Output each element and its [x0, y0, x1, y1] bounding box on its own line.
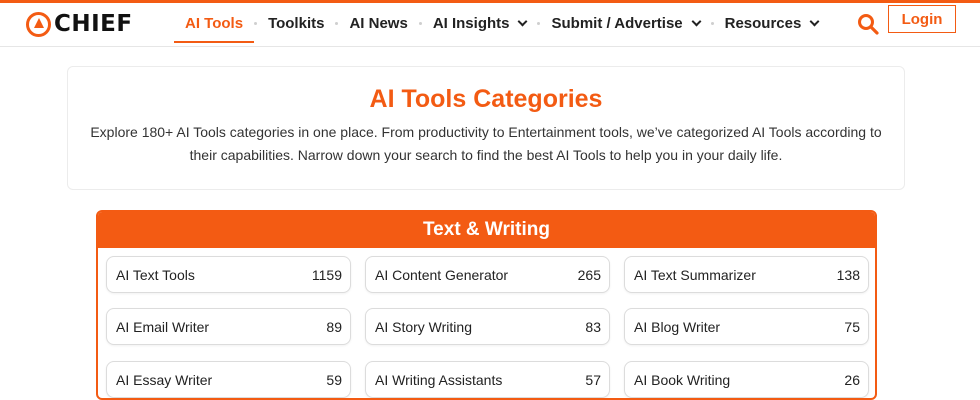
- category-item[interactable]: AI Email Writer 89: [106, 308, 351, 345]
- logo-icon: [26, 11, 51, 37]
- category-item[interactable]: AI Blog Writer 75: [624, 308, 869, 345]
- category-item-label: AI Email Writer: [116, 318, 210, 335]
- page-description: Explore 180+ AI Tools categories in one …: [90, 124, 882, 163]
- category-item[interactable]: AI Essay Writer 59: [106, 361, 351, 398]
- category-item[interactable]: AI Book Writing 26: [624, 361, 869, 398]
- nav-item-ai-news[interactable]: AI News: [338, 3, 418, 43]
- intro-card: AI Tools Categories Explore 180+ AI Tool…: [67, 66, 905, 190]
- category-item-label: AI Blog Writer: [634, 318, 721, 335]
- category-item-count: 57: [585, 371, 601, 388]
- chevron-down-icon: [691, 16, 702, 26]
- category-item-count: 75: [844, 318, 860, 335]
- brand-name: CHIEF: [54, 11, 133, 37]
- category-title: Text & Writing: [98, 212, 875, 248]
- category-item-count: 26: [844, 371, 860, 388]
- nav-item-ai-tools[interactable]: AI Tools: [174, 3, 255, 43]
- category-item-label: AI Text Summarizer: [634, 266, 756, 283]
- category-card-text-writing: Text & Writing AI Text Tools 1159 AI Con…: [96, 210, 877, 400]
- category-item-count: 138: [836, 266, 860, 283]
- category-item[interactable]: AI Content Generator 265: [365, 256, 610, 293]
- login-button[interactable]: Login: [888, 5, 956, 33]
- category-item-count: 1159: [311, 266, 342, 283]
- chevron-down-icon: [518, 16, 528, 26]
- category-item[interactable]: AI Story Writing 83: [365, 308, 610, 345]
- brand-logo[interactable]: CHIEF: [26, 9, 133, 39]
- top-navigation: CHIEF AI Tools Toolkits AI News AI Insig…: [0, 3, 980, 47]
- category-item[interactable]: AI Writing Assistants 57: [365, 361, 610, 398]
- category-item-label: AI Essay Writer: [116, 371, 213, 388]
- nav-item-ai-insights[interactable]: AI Insights: [422, 3, 538, 43]
- category-item-count: 83: [585, 318, 601, 335]
- category-item-label: AI Writing Assistants: [375, 371, 503, 388]
- category-item-count: 59: [326, 371, 342, 388]
- category-item-label: AI Story Writing: [375, 318, 472, 335]
- category-item[interactable]: AI Text Summarizer 138: [624, 256, 869, 293]
- chevron-down-icon: [809, 16, 820, 26]
- category-item[interactable]: AI Text Tools 1159: [106, 256, 351, 293]
- nav-item-resources[interactable]: Resources: [714, 3, 830, 43]
- category-item-count: 265: [577, 266, 601, 283]
- nav-item-toolkits[interactable]: Toolkits: [257, 3, 335, 43]
- category-item-count: 89: [326, 318, 342, 335]
- nav-item-submit-advertise[interactable]: Submit / Advertise: [540, 3, 710, 43]
- main-menu: AI Tools Toolkits AI News AI Insights Su…: [174, 3, 829, 43]
- category-item-label: AI Book Writing: [634, 371, 731, 388]
- search-icon[interactable]: [857, 13, 879, 35]
- category-item-label: AI Content Generator: [375, 266, 509, 283]
- page-title: AI Tools Categories: [369, 85, 603, 113]
- category-item-label: AI Text Tools: [116, 266, 195, 283]
